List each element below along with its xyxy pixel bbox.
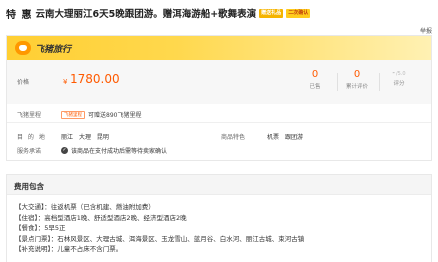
fliggy-logo-icon xyxy=(15,41,31,55)
features-values: 机票 跟团游 xyxy=(267,132,303,141)
features-label: 商品特色 xyxy=(221,134,246,141)
brand-name: 飞猪旅行 xyxy=(35,44,72,55)
fee-line: 【住宿】：高档型酒店1晚、舒适型酒店2晚、经济型酒店2晚 xyxy=(15,213,187,222)
confirm-tag: 二次确认 xyxy=(286,8,311,18)
divider xyxy=(7,122,431,123)
feature-item: 跟团游 xyxy=(284,134,303,141)
fee-list: 【大交通】：往返机票（已含机建、燃油附加费） 【住宿】：高档型酒店1晚、舒适型酒… xyxy=(15,202,304,255)
brand-bar: 飞猪旅行 xyxy=(7,36,431,60)
fee-section: 费用包含 【大交通】：往返机票（已含机建、燃油附加费） 【住宿】：高档型酒店1晚… xyxy=(6,174,432,262)
service-label: 服务承诺 xyxy=(17,148,42,155)
fee-section-header: 费用包含 xyxy=(7,175,431,195)
gift-tag: 赠送礼品 xyxy=(259,8,284,18)
brand-logo[interactable]: 飞猪旅行 xyxy=(15,40,71,56)
title-text: 云南大理丽江6天5晚跟团游。赠洱海游船+歌舞表演 xyxy=(35,9,257,20)
rating-unit: /5.0 xyxy=(395,71,406,77)
title-prefix: 特 惠 xyxy=(6,9,33,21)
destination-item: 昆明 xyxy=(96,134,109,141)
product-title: 特 惠 云南大理丽江6天5晚跟团游。赠洱海游船+歌舞表演 赠送礼品 二次确认 xyxy=(6,6,311,21)
destination-row: 目 的 地 丽江 大理 昆明 xyxy=(17,132,109,141)
miles-label: 飞猪里程 xyxy=(17,112,42,119)
report-link[interactable]: 举报 xyxy=(420,26,432,35)
fee-line: 【餐食】：5早5正 xyxy=(15,224,66,233)
sold-count: 0 xyxy=(311,69,319,80)
rating-stat: -/5.0 评分 xyxy=(379,69,419,87)
miles-row: 飞猪里程 飞猪里程 可赠送890飞猪里程 xyxy=(17,110,141,119)
price-area: 价格 ¥ 1780.00 0 已售 0 累计评价 -/5.0 评分 xyxy=(7,60,431,104)
miles-tag: 飞猪里程 xyxy=(61,110,85,119)
rating-label: 评分 xyxy=(393,81,405,87)
service-row: 服务承诺 ✓ 该商品在支付成功后需等待卖家确认 xyxy=(17,146,167,155)
miles-text: 可赠送890飞猪里程 xyxy=(88,112,142,119)
fee-section-title: 费用包含 xyxy=(14,182,44,191)
review-stat[interactable]: 0 累计评价 xyxy=(337,69,377,90)
destination-item: 大理 xyxy=(78,134,91,141)
destination-label: 目 的 地 xyxy=(17,134,47,141)
check-circle-icon: ✓ xyxy=(61,147,68,154)
price-amount: 1780.00 xyxy=(70,72,120,86)
price-currency: ¥ xyxy=(63,78,68,86)
destination-item: 丽江 xyxy=(61,134,74,141)
sold-stat: 0 已售 xyxy=(295,69,335,90)
sold-label: 已售 xyxy=(309,84,321,90)
product-card: 飞猪旅行 价格 ¥ 1780.00 0 已售 0 累计评价 -/5.0 评分 飞… xyxy=(6,35,432,161)
service-text: 该商品在支付成功后需等待卖家确认 xyxy=(71,148,168,155)
review-label: 累计评价 xyxy=(345,84,368,90)
review-count: 0 xyxy=(353,69,361,80)
rating-value: - xyxy=(392,69,395,77)
price-label: 价格 xyxy=(17,79,30,86)
fee-line: 【补充说明】：儿童不占床不含门票。 xyxy=(15,245,123,254)
feature-item: 机票 xyxy=(267,134,280,141)
fee-line: 【景点门票】：石林风景区、大理古城、洱海景区、玉龙雪山、蓝月谷、白水河、丽江古城… xyxy=(15,234,305,243)
fee-line: 【大交通】：往返机票（已含机建、燃油附加费） xyxy=(15,203,155,211)
